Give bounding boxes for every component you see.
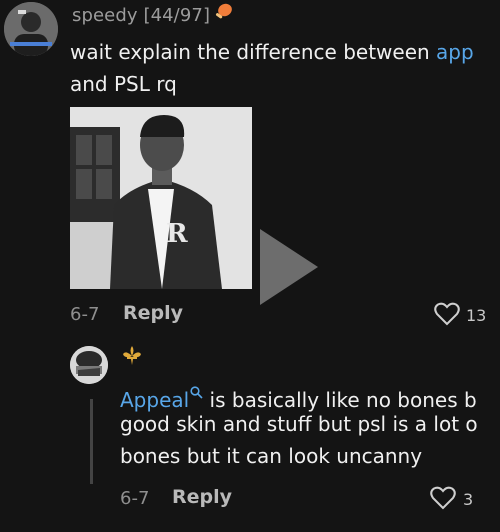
heart-icon [434,302,460,326]
comment-attached-image[interactable]: R [70,107,252,289]
reply-reply-button[interactable]: Reply [172,486,232,508]
heart-icon [430,486,456,510]
svg-text:R: R [166,219,188,249]
reply-like-count: 3 [463,490,474,509]
reply-text: is basically like no bones b [203,388,477,412]
search-icon[interactable] [190,378,203,407]
username-text: speedy [44/97] [72,5,211,26]
flair-icon [214,2,234,27]
comment-reply-button[interactable]: Reply [123,302,183,324]
avatar-icon [4,2,58,56]
fleur-de-lis-icon [123,346,141,365]
reply-timestamp: 6-7 [120,488,150,509]
comment-text-line-2: and PSL rq [70,72,177,96]
reply-like-button[interactable] [430,486,456,514]
comment-text: wait explain the difference between [70,40,437,64]
reply-text-line-3: bones but it can look uncanny [120,444,423,468]
play-icon[interactable] [258,227,320,311]
comment-link-app[interactable]: app [436,40,474,64]
commenter-avatar[interactable] [4,2,58,56]
comment-username[interactable]: speedy [44/97] [72,2,234,27]
comment-timestamp: 6-7 [70,304,100,325]
comment-text-line-1: wait explain the difference between app [70,38,474,67]
avatar-icon [70,346,108,384]
comment-like-count: 13 [466,306,487,325]
reply-avatar[interactable] [70,346,108,384]
comment-like-button[interactable] [434,302,460,330]
thread-line [90,399,93,484]
reply-text-line-2: good skin and stuff but psl is a lot o [120,412,478,436]
reply-username-icon [120,344,144,372]
reply-mention-link[interactable]: Appeal [120,388,189,412]
